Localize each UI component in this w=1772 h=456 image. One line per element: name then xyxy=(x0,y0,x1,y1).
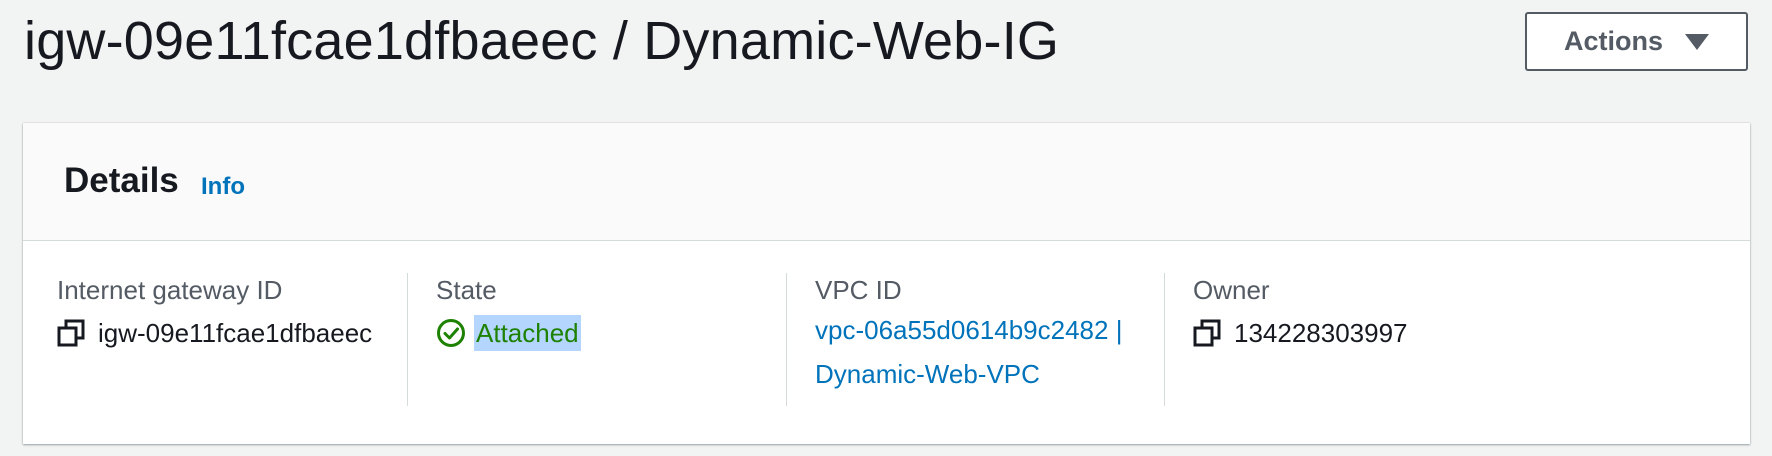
field-state: State Attached xyxy=(436,273,786,405)
page: igw-09e11fcae1dfbaeec / Dynamic-Web-IG A… xyxy=(0,0,1772,456)
state-text: Attached xyxy=(474,315,581,351)
column-divider xyxy=(1164,273,1165,406)
field-value-state: Attached xyxy=(436,315,786,351)
field-label-gateway-id: Internet gateway ID xyxy=(57,275,283,305)
caret-down-icon xyxy=(1685,33,1709,50)
copy-icon[interactable] xyxy=(57,319,85,347)
column-divider xyxy=(786,273,787,406)
field-label-owner: Owner xyxy=(1193,275,1270,305)
vpc-link-line2[interactable]: Dynamic-Web-VPC xyxy=(815,352,1165,396)
field-internet-gateway-id: Internet gateway ID igw-09e11fcae1dfbaee… xyxy=(57,273,407,405)
vpc-link-line1[interactable]: vpc-06a55d0614b9c2482 | xyxy=(815,308,1165,352)
field-value-owner: 134228303997 xyxy=(1193,315,1543,351)
info-link[interactable]: Info xyxy=(201,173,245,201)
actions-button-label: Actions xyxy=(1563,26,1663,56)
actions-button[interactable]: Actions xyxy=(1525,12,1748,71)
gateway-id-text: igw-09e11fcae1dfbaeec xyxy=(98,318,373,348)
status-ok-icon xyxy=(437,319,465,347)
field-value-gateway-id: igw-09e11fcae1dfbaeec xyxy=(57,315,407,351)
details-panel-header: Details Info xyxy=(23,123,1750,241)
details-title: Details xyxy=(64,161,179,200)
details-panel: Details Info Internet gateway ID igw-09e… xyxy=(23,123,1750,444)
field-owner: Owner 134228303997 xyxy=(1193,273,1543,405)
column-divider xyxy=(407,273,408,406)
field-label-vpc-id: VPC ID xyxy=(815,275,902,305)
vpc-link[interactable]: vpc-06a55d0614b9c2482 | Dynamic-Web-VPC xyxy=(815,308,1165,396)
owner-text: 134228303997 xyxy=(1234,318,1408,348)
copy-icon[interactable] xyxy=(1193,319,1221,347)
field-vpc-id: VPC ID vpc-06a55d0614b9c2482 | Dynamic-W… xyxy=(815,273,1165,405)
page-title: igw-09e11fcae1dfbaeec / Dynamic-Web-IG xyxy=(24,11,1060,71)
field-label-state: State xyxy=(436,275,497,305)
